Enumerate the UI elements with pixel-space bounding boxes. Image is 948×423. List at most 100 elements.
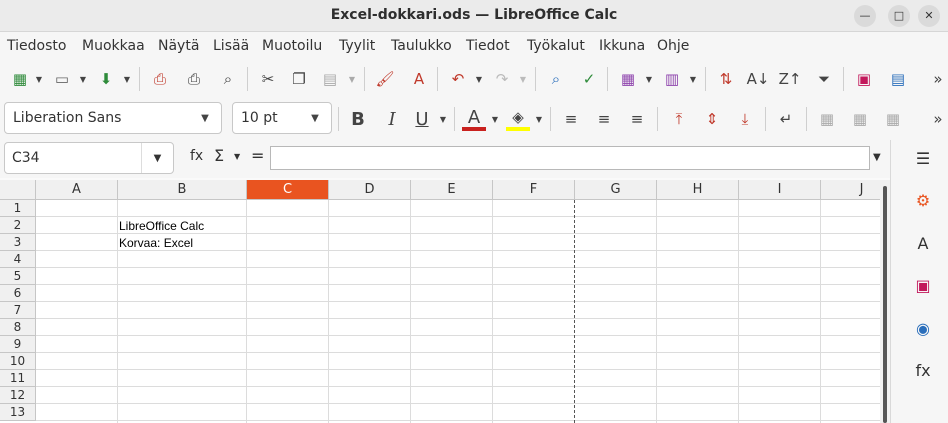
- functions-icon[interactable]: fx: [911, 358, 935, 382]
- merge-cells-icon[interactable]: ▦: [815, 107, 839, 131]
- more-options-icon[interactable]: »: [926, 107, 948, 131]
- sort-ascending-icon[interactable]: A↓: [746, 67, 770, 91]
- properties-icon[interactable]: ⚙: [911, 188, 935, 212]
- align-bottom-icon[interactable]: ⤓: [733, 107, 757, 131]
- close-icon[interactable]: ✕: [918, 5, 940, 27]
- row-header-11[interactable]: 11: [0, 370, 36, 387]
- unmerge-cells-icon[interactable]: ▦: [881, 107, 905, 131]
- menu-tyylit[interactable]: Tyylit: [339, 38, 375, 54]
- cut-icon[interactable]: ✂: [256, 67, 280, 91]
- row-header-1[interactable]: 1: [0, 200, 36, 217]
- paste-dropdown-icon[interactable]: ▼: [347, 67, 357, 91]
- row-header-12[interactable]: 12: [0, 387, 36, 404]
- column-icon[interactable]: ▥: [660, 67, 684, 91]
- function-wizard-icon[interactable]: fx: [190, 148, 203, 164]
- insert-chart-icon[interactable]: ▤: [886, 67, 910, 91]
- column-header-j[interactable]: J: [821, 180, 880, 200]
- select-all-corner[interactable]: [0, 180, 36, 200]
- row-header-10[interactable]: 10: [0, 353, 36, 370]
- row-header-6[interactable]: 6: [0, 285, 36, 302]
- styles-icon[interactable]: A: [911, 231, 935, 255]
- menu-taulukko[interactable]: Taulukko: [391, 38, 452, 54]
- highlight-dropdown-icon[interactable]: ▼: [534, 107, 544, 131]
- cell-b3[interactable]: Korvaa: Excel: [119, 236, 193, 250]
- spelling-icon[interactable]: ✓: [577, 67, 601, 91]
- find-replace-icon[interactable]: ⌕: [544, 67, 568, 91]
- gallery-icon[interactable]: ▣: [911, 273, 935, 297]
- sort-descending-icon[interactable]: Z↑: [778, 67, 802, 91]
- scrollbar-thumb[interactable]: [883, 186, 887, 423]
- align-middle-icon[interactable]: ⇕: [700, 107, 724, 131]
- print-icon[interactable]: ⎙: [182, 67, 206, 91]
- column-header-b[interactable]: B: [118, 180, 247, 200]
- open-folder-icon[interactable]: ▭: [50, 67, 74, 91]
- font-name-box[interactable]: Liberation Sans ▼: [4, 102, 222, 134]
- font-color-dropdown-icon[interactable]: ▼: [490, 107, 500, 131]
- row-header-8[interactable]: 8: [0, 319, 36, 336]
- export-pdf-icon[interactable]: ⎙: [148, 67, 172, 91]
- column-header-h[interactable]: H: [657, 180, 739, 200]
- menu-ohje[interactable]: Ohje: [657, 38, 689, 54]
- menu-tiedosto[interactable]: Tiedosto: [7, 38, 66, 54]
- column-dropdown-icon[interactable]: ▼: [688, 67, 698, 91]
- row-header-2[interactable]: 2: [0, 217, 36, 234]
- redo-icon[interactable]: ↷: [490, 67, 514, 91]
- row-dropdown-icon[interactable]: ▼: [644, 67, 654, 91]
- undo-dropdown-icon[interactable]: ▼: [474, 67, 484, 91]
- column-header-a[interactable]: A: [36, 180, 118, 200]
- row-header-5[interactable]: 5: [0, 268, 36, 285]
- align-center-icon[interactable]: ≡: [592, 107, 616, 131]
- menu-lisaa[interactable]: Lisää: [213, 38, 249, 54]
- merge-center-icon[interactable]: ▦: [848, 107, 872, 131]
- sort-icon[interactable]: ⇅: [714, 67, 738, 91]
- underline-icon[interactable]: U: [410, 107, 434, 131]
- menu-ikkuna[interactable]: Ikkuna: [599, 38, 645, 54]
- maximize-icon[interactable]: □: [888, 5, 910, 27]
- menu-tiedot[interactable]: Tiedot: [466, 38, 510, 54]
- formula-equals-icon[interactable]: =: [251, 146, 264, 165]
- vertical-scrollbar[interactable]: [880, 180, 890, 423]
- bold-icon[interactable]: B: [346, 107, 370, 131]
- save-dropdown-icon[interactable]: ▼: [122, 67, 132, 91]
- minimize-icon[interactable]: —: [854, 5, 876, 27]
- menu-tyokalut[interactable]: Työkalut: [527, 38, 585, 54]
- navigator-icon[interactable]: ◉: [911, 316, 935, 340]
- chevron-down-icon[interactable]: ▼: [299, 103, 331, 133]
- more-options-icon[interactable]: »: [926, 67, 948, 91]
- sum-icon[interactable]: Σ: [214, 146, 224, 165]
- autofilter-icon[interactable]: ⏷: [812, 67, 836, 91]
- align-top-icon[interactable]: ⤒: [667, 107, 691, 131]
- chevron-down-icon[interactable]: ▼: [189, 103, 221, 133]
- row-header-7[interactable]: 7: [0, 302, 36, 319]
- expand-formula-icon[interactable]: ▼: [873, 152, 881, 163]
- font-size-box[interactable]: 10 pt ▼: [232, 102, 332, 134]
- spreadsheet-grid[interactable]: A B C D E F G H I J 1 2 3 4 5 6 7 8 9 10…: [0, 180, 880, 423]
- column-header-e[interactable]: E: [411, 180, 493, 200]
- row-icon[interactable]: ▦: [616, 67, 640, 91]
- italic-icon[interactable]: I: [380, 107, 404, 131]
- undo-icon[interactable]: ↶: [446, 67, 470, 91]
- column-header-i[interactable]: I: [739, 180, 821, 200]
- column-header-d[interactable]: D: [329, 180, 411, 200]
- sum-dropdown-icon[interactable]: ▼: [234, 152, 240, 161]
- clear-formatting-icon[interactable]: A: [407, 67, 431, 91]
- menu-muokkaa[interactable]: Muokkaa: [82, 38, 145, 54]
- redo-dropdown-icon[interactable]: ▼: [518, 67, 528, 91]
- menu-nayta[interactable]: Näytä: [158, 38, 199, 54]
- row-header-4[interactable]: 4: [0, 251, 36, 268]
- font-color-icon[interactable]: A: [462, 107, 486, 131]
- row-header-3[interactable]: 3: [0, 234, 36, 251]
- paste-icon[interactable]: ▤: [318, 67, 342, 91]
- cell-b2[interactable]: LibreOffice Calc: [119, 219, 204, 233]
- column-header-g[interactable]: G: [575, 180, 657, 200]
- clone-formatting-icon[interactable]: 🖌: [373, 67, 397, 91]
- column-header-c[interactable]: C: [247, 180, 329, 200]
- name-box[interactable]: C34 ▼: [4, 142, 174, 174]
- row-header-9[interactable]: 9: [0, 336, 36, 353]
- insert-image-icon[interactable]: ▣: [852, 67, 876, 91]
- align-right-icon[interactable]: ≡: [625, 107, 649, 131]
- underline-dropdown-icon[interactable]: ▼: [438, 107, 448, 131]
- open-dropdown-icon[interactable]: ▼: [78, 67, 88, 91]
- wrap-text-icon[interactable]: ↵: [774, 107, 798, 131]
- new-document-icon[interactable]: ▦: [8, 67, 32, 91]
